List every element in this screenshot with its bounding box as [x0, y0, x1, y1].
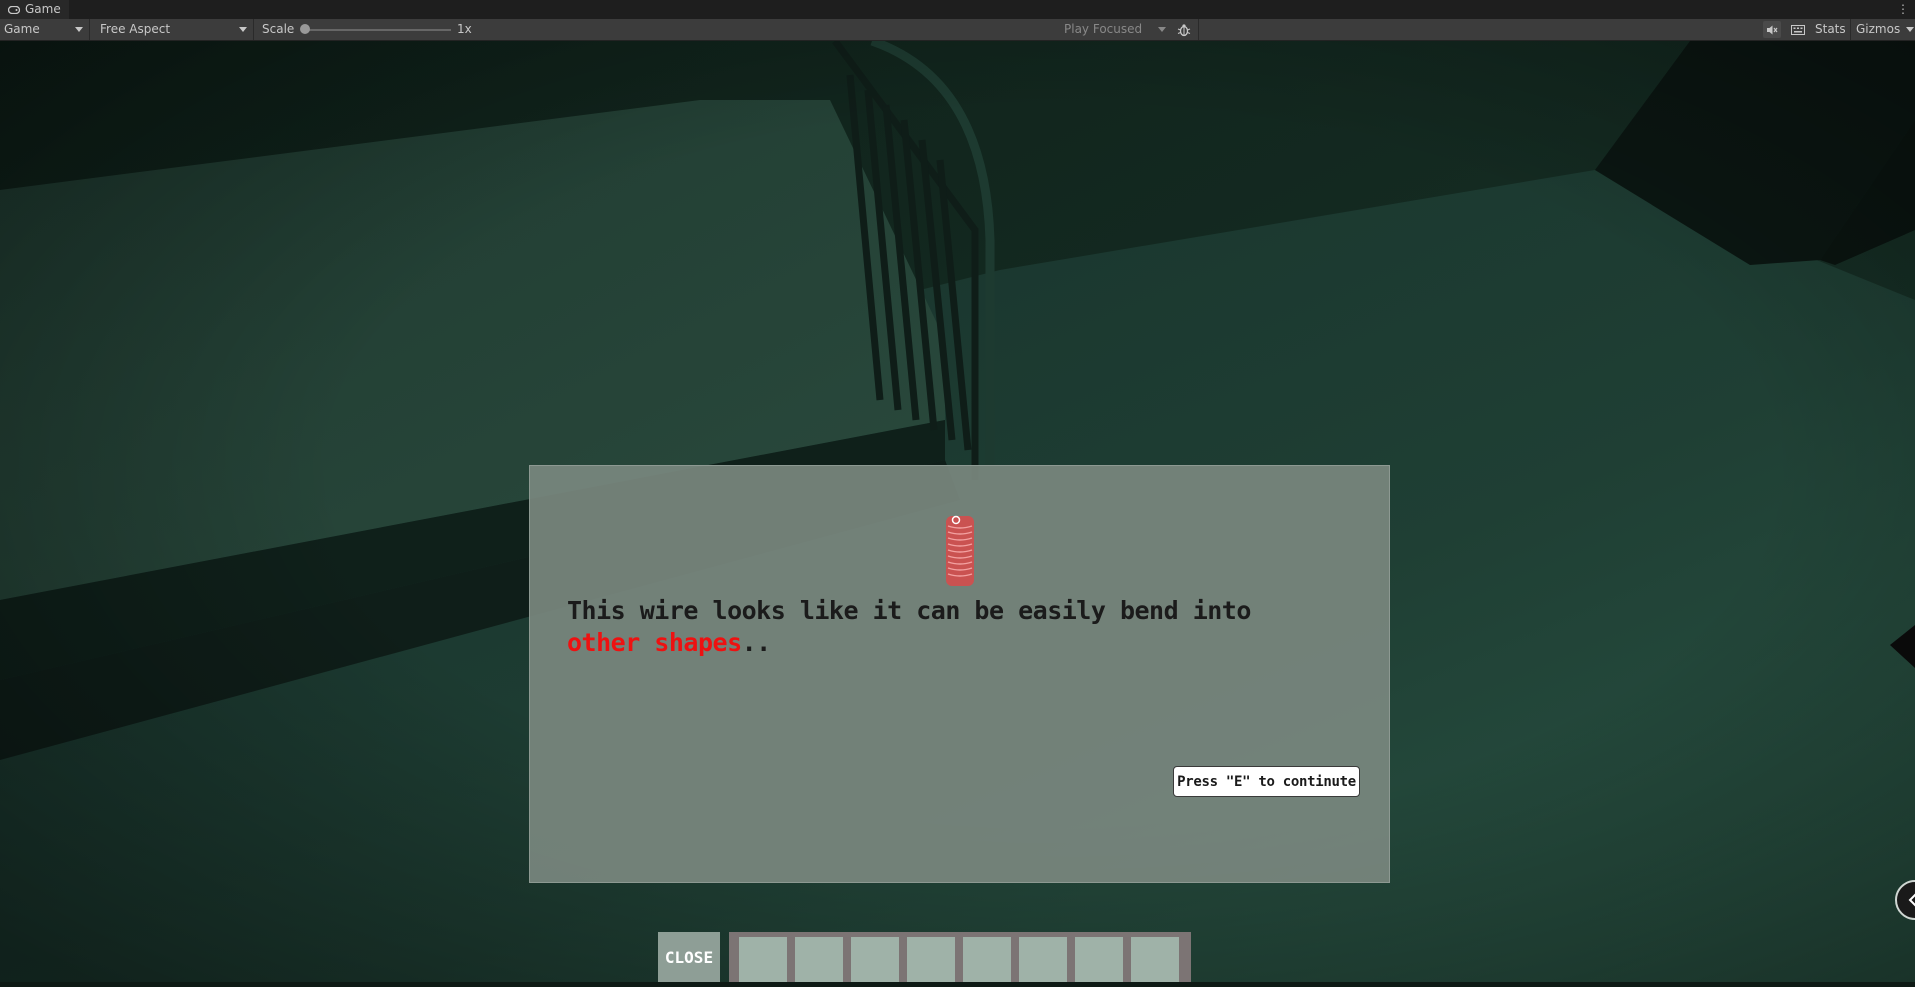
shortcuts-button[interactable] [1789, 21, 1807, 38]
bug-icon [1177, 23, 1191, 36]
tab-menu-icon[interactable]: ⋮ [1897, 0, 1909, 19]
speaker-mute-icon [1767, 25, 1778, 34]
mute-audio-button[interactable] [1763, 21, 1781, 38]
toolbar-divider [1850, 19, 1851, 40]
inventory-slot[interactable] [907, 937, 955, 982]
scale-slider-track[interactable] [305, 29, 451, 31]
scale-label: Scale [262, 22, 295, 36]
play-mode-label: Play Focused [1064, 22, 1143, 36]
play-mode-dropdown[interactable]: Play Focused [1060, 19, 1172, 40]
dialog-message-suffix: .. [741, 628, 772, 657]
scale-value: 1x [457, 22, 472, 36]
chevron-down-icon [1158, 27, 1166, 32]
game-tab[interactable]: Game [0, 0, 69, 19]
dialog-message-plain: This wire looks like it can be easily be… [567, 596, 1251, 625]
inspect-dialog: This wire looks like it can be easily be… [529, 465, 1390, 883]
chevron-down-icon [75, 27, 83, 32]
stats-button[interactable]: Stats [1815, 19, 1846, 40]
inventory-slot[interactable] [851, 937, 899, 982]
dialog-message: This wire looks like it can be easily be… [567, 595, 1287, 659]
viewport-bottom-edge [0, 982, 1915, 987]
aspect-dropdown-label: Free Aspect [100, 22, 171, 36]
inventory-slot[interactable] [1131, 937, 1179, 982]
inventory-slot[interactable] [963, 937, 1011, 982]
chevron-down-icon [239, 27, 247, 32]
toolbar-divider [1198, 19, 1199, 40]
gamepad-icon [8, 5, 20, 14]
inventory-slot[interactable] [739, 937, 787, 982]
debug-bug-button[interactable] [1175, 21, 1193, 38]
coiled-wire-icon [946, 515, 974, 586]
gizmos-dropdown[interactable]: Gizmos [1852, 19, 1915, 40]
chevron-down-icon [1906, 27, 1914, 32]
display-dropdown-label: Game [4, 22, 40, 36]
scale-slider-thumb[interactable] [300, 24, 310, 34]
dialog-message-highlight: other shapes [567, 628, 742, 657]
inventory-bar [729, 932, 1191, 982]
keyboard-icon [1791, 24, 1805, 35]
inventory-slot[interactable] [795, 937, 843, 982]
gizmos-label: Gizmos [1856, 22, 1901, 36]
inventory-slot[interactable] [1019, 937, 1067, 982]
close-inventory-button[interactable]: CLOSE [658, 932, 720, 982]
inventory-slot[interactable] [1075, 937, 1123, 982]
aspect-dropdown[interactable]: Free Aspect [96, 19, 254, 40]
continue-button[interactable]: Press "E" to continute [1173, 766, 1360, 797]
chevron-left-icon [1908, 893, 1915, 907]
display-dropdown[interactable]: Game [0, 19, 90, 40]
window-titlebar: Game ⋮ [0, 0, 1915, 19]
game-view-toolbar: Game Free Aspect Scale 1x Play Focused S… [0, 19, 1915, 41]
game-tab-label: Game [25, 2, 61, 16]
